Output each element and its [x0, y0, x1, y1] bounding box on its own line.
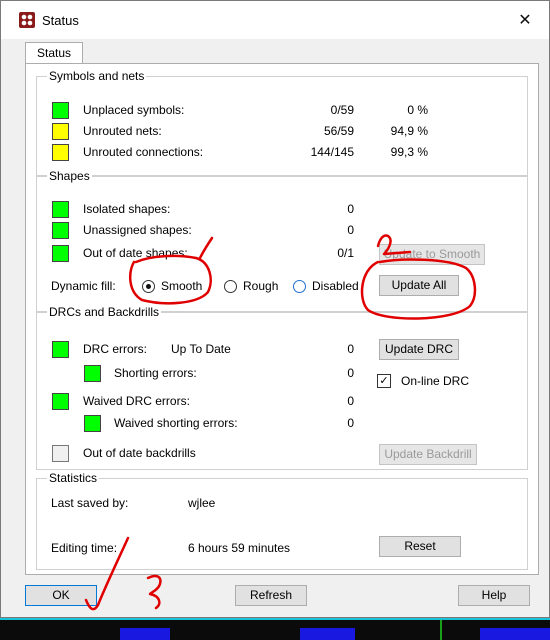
- waived-drc-indicator: [52, 393, 69, 410]
- shorting-errors-count: 0: [347, 366, 354, 380]
- waived-shorting-count: 0: [347, 416, 354, 430]
- drc-errors-count: 0: [347, 342, 354, 356]
- waived-drc-count: 0: [347, 394, 354, 408]
- close-icon[interactable]: ✕: [511, 7, 539, 35]
- unrouted-connections-pct: 99,3 %: [390, 145, 428, 159]
- reset-button[interactable]: Reset: [379, 536, 461, 557]
- fill-rough-label[interactable]: Rough: [243, 279, 278, 293]
- status-dialog: Status ✕ Status Symbols and nets Unplace…: [0, 0, 550, 618]
- fill-smooth-label[interactable]: Smooth: [161, 279, 202, 293]
- background-pad: [480, 628, 550, 640]
- unrouted-connections-indicator: [52, 144, 69, 161]
- editing-time-value: 6 hours 59 minutes: [188, 541, 291, 555]
- backdrills-indicator: [52, 445, 69, 462]
- unrouted-nets-pct: 94,9 %: [390, 124, 428, 138]
- isolated-shapes-label: Isolated shapes:: [83, 202, 171, 216]
- unassigned-shapes-indicator: [52, 222, 69, 239]
- window-title: Status: [42, 13, 79, 28]
- tab-status[interactable]: Status: [25, 42, 83, 64]
- unrouted-nets-label: Unrouted nets:: [83, 124, 162, 138]
- online-drc-checkbox[interactable]: ✓: [377, 374, 391, 388]
- shorting-errors-indicator: [84, 365, 101, 382]
- unplaced-symbols-label: Unplaced symbols:: [83, 103, 185, 117]
- unassigned-shapes-label: Unassigned shapes:: [83, 223, 192, 237]
- title-bar: Status ✕: [1, 1, 549, 39]
- group-title-statistics: Statistics: [47, 471, 100, 485]
- help-button[interactable]: Help: [458, 585, 530, 606]
- out-of-date-shapes-count: 0/1: [337, 246, 354, 260]
- update-to-smooth-button[interactable]: Update to Smooth: [379, 244, 485, 265]
- group-title-drc: DRCs and Backdrills: [47, 305, 162, 319]
- unrouted-nets-count: 56/59: [323, 124, 354, 138]
- statistics-group: Statistics Last saved by: wjlee Editing …: [36, 471, 528, 570]
- shorting-errors-label: Shorting errors:: [114, 366, 197, 380]
- unrouted-connections-label: Unrouted connections:: [83, 145, 204, 159]
- fill-smooth-radio[interactable]: [142, 280, 155, 293]
- shapes-group: Shapes Isolated shapes: 0 Unassigned sha…: [36, 169, 528, 312]
- symbols-nets-group: Symbols and nets Unplaced symbols: 0/59 …: [36, 69, 528, 176]
- unassigned-shapes-count: 0: [347, 223, 354, 237]
- last-saved-label: Last saved by:: [51, 496, 129, 510]
- editing-time-label: Editing time:: [51, 541, 118, 555]
- fill-disabled-label[interactable]: Disabled: [312, 279, 359, 293]
- isolated-shapes-indicator: [52, 201, 69, 218]
- update-all-button[interactable]: Update All: [379, 275, 459, 296]
- ok-button[interactable]: OK: [25, 585, 97, 606]
- background-trace: [440, 620, 442, 640]
- background-trace: [0, 618, 550, 620]
- online-drc-label[interactable]: On-line DRC: [401, 374, 469, 388]
- unrouted-nets-indicator: [52, 123, 69, 140]
- unplaced-symbols-pct: 0 %: [407, 103, 428, 117]
- waived-drc-label: Waived DRC errors:: [83, 394, 190, 408]
- refresh-button[interactable]: Refresh: [235, 585, 307, 606]
- unplaced-symbols-count: 0/59: [330, 103, 354, 117]
- background-pad: [300, 628, 355, 640]
- update-backdrill-button[interactable]: Update Backdrill: [379, 444, 477, 465]
- waived-shorting-indicator: [84, 415, 101, 432]
- last-saved-value: wjlee: [188, 496, 216, 510]
- unplaced-symbols-indicator: [52, 102, 69, 119]
- drc-errors-indicator: [52, 341, 69, 358]
- drc-group: DRCs and Backdrills DRC errors: Up To Da…: [36, 305, 528, 470]
- dynamic-fill-label: Dynamic fill:: [51, 279, 116, 293]
- drc-status-text: Up To Date: [171, 342, 231, 356]
- fill-rough-radio[interactable]: [224, 280, 237, 293]
- unrouted-connections-count: 144/145: [310, 145, 354, 159]
- drc-errors-label: DRC errors:: [83, 342, 148, 356]
- group-title-shapes: Shapes: [47, 169, 92, 183]
- isolated-shapes-count: 0: [347, 202, 354, 216]
- waived-shorting-label: Waived shorting errors:: [114, 416, 238, 430]
- out-of-date-shapes-label: Out of date shapes:: [83, 246, 188, 260]
- out-of-date-shapes-indicator: [52, 245, 69, 262]
- app-icon: [19, 12, 35, 28]
- update-drc-button[interactable]: Update DRC: [379, 339, 459, 360]
- status-tab-panel: Symbols and nets Unplaced symbols: 0/59 …: [25, 63, 539, 575]
- background-pad: [120, 628, 170, 640]
- backdrills-label: Out of date backdrills: [83, 446, 196, 460]
- group-title-symbols-nets: Symbols and nets: [47, 69, 147, 83]
- fill-disabled-radio[interactable]: [293, 280, 306, 293]
